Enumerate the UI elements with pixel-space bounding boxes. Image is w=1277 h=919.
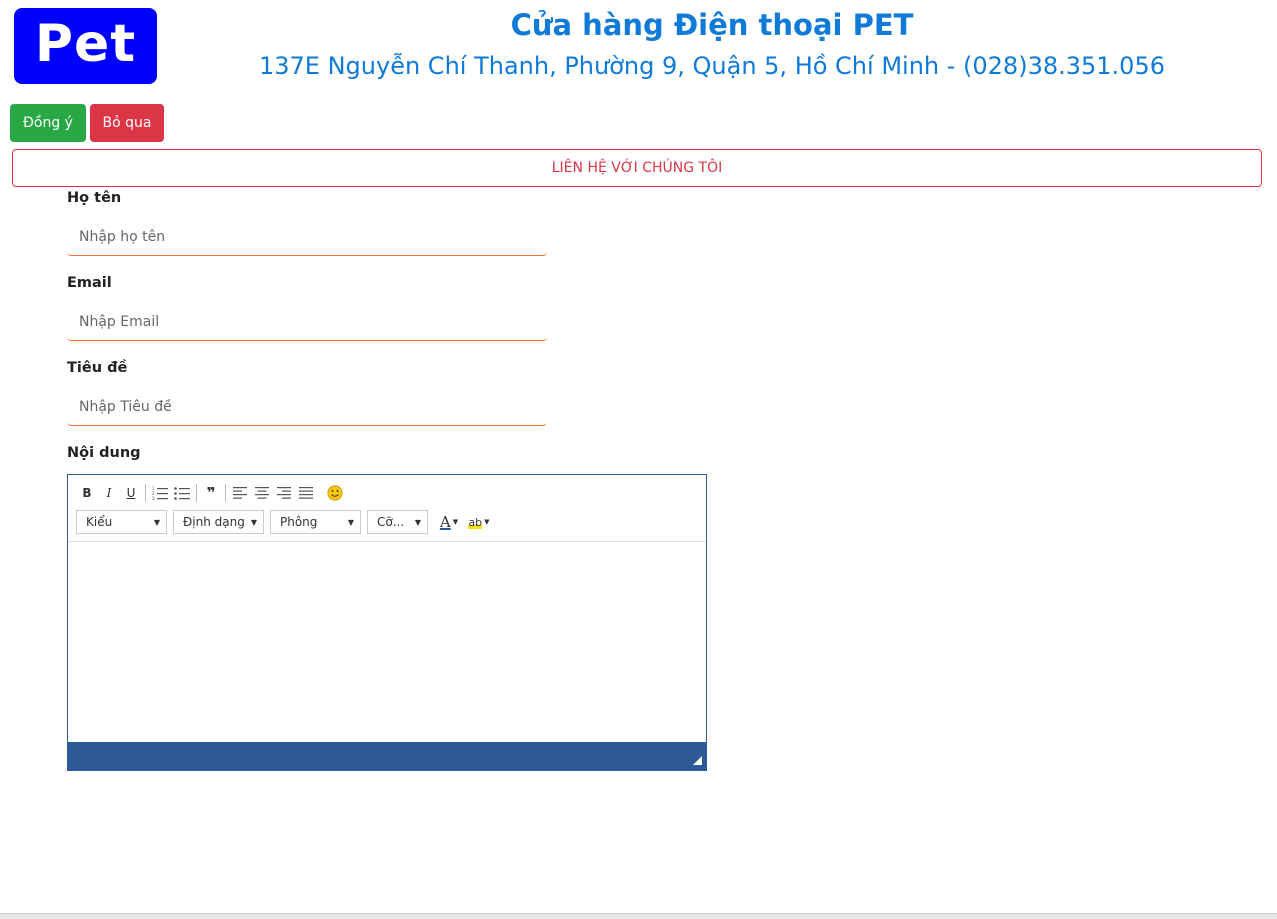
name-input[interactable] <box>67 218 547 256</box>
format-select-value: Định dạng <box>183 515 245 529</box>
store-title: Cửa hàng Điện thoại PET <box>510 8 914 42</box>
toolbar-divider <box>196 484 197 502</box>
logo-text: Pet <box>34 14 137 74</box>
editor-content-area[interactable] <box>68 542 706 742</box>
align-right-icon[interactable] <box>273 482 295 504</box>
underline-button[interactable]: U <box>120 482 142 504</box>
svg-text:3: 3 <box>152 496 155 500</box>
align-justify-icon[interactable] <box>295 482 317 504</box>
rich-text-editor: B I U 1 2 3 ❞ Kiểu ▼ Định dạng ▼ Phông ▼… <box>67 474 707 771</box>
subject-input[interactable] <box>67 388 547 426</box>
agree-button[interactable]: Đồng ý <box>10 104 86 142</box>
text-color-icon[interactable]: A ▼ <box>434 511 464 533</box>
toolbar-divider <box>225 484 226 502</box>
chevron-down-icon: ▼ <box>484 518 490 526</box>
bold-button[interactable]: B <box>76 482 98 504</box>
chevron-down-icon: ▼ <box>414 517 421 527</box>
bulleted-list-icon[interactable] <box>171 482 193 504</box>
smiley-icon[interactable] <box>324 482 346 504</box>
font-select-value: Phông <box>280 515 318 529</box>
editor-toolbar-top: B I U 1 2 3 ❞ <box>76 481 346 505</box>
page-header: Pet Cửa hàng Điện thoại PET 137E Nguyễn … <box>0 0 1277 96</box>
email-label: Email <box>67 275 112 291</box>
align-left-icon[interactable] <box>229 482 251 504</box>
email-input[interactable] <box>67 303 547 341</box>
font-select[interactable]: Phông ▼ <box>270 510 361 534</box>
format-select[interactable]: Định dạng ▼ <box>173 510 264 534</box>
italic-button[interactable]: I <box>98 482 120 504</box>
pet-logo[interactable]: Pet <box>14 8 157 84</box>
editor-status-bar <box>68 742 706 770</box>
resize-handle-icon[interactable] <box>693 756 702 765</box>
numbered-list-icon[interactable]: 1 2 3 <box>149 482 171 504</box>
align-center-icon[interactable] <box>251 482 273 504</box>
subject-label: Tiêu đề <box>67 360 128 376</box>
skip-button[interactable]: Bỏ qua <box>90 104 164 142</box>
text-color-glyph: A <box>439 513 451 531</box>
size-select-value: Cỡ... <box>377 515 405 529</box>
background-color-icon[interactable]: ab ▼ <box>464 511 494 533</box>
editor-toolbar-bottom: Kiểu ▼ Định dạng ▼ Phông ▼ Cỡ... ▼ A ▼ a… <box>76 510 494 534</box>
chevron-down-icon: ▼ <box>153 517 160 527</box>
blockquote-icon[interactable]: ❞ <box>200 482 222 504</box>
store-address: 137E Nguyễn Chí Thanh, Phường 9, Quận 5,… <box>259 52 1165 80</box>
bg-color-glyph: ab <box>468 515 483 529</box>
chevron-down-icon: ▼ <box>452 518 459 526</box>
contact-banner: LIÊN HỆ VỚI CHÚNG TÔI <box>12 149 1262 187</box>
style-select-value: Kiểu <box>86 515 113 529</box>
style-select[interactable]: Kiểu ▼ <box>76 510 167 534</box>
size-select[interactable]: Cỡ... ▼ <box>367 510 428 534</box>
chevron-down-icon: ▼ <box>250 517 257 527</box>
content-label: Nội dung <box>67 445 141 461</box>
chevron-down-icon: ▼ <box>347 517 354 527</box>
window-bottom-edge <box>0 913 1277 919</box>
toolbar-divider <box>145 484 146 502</box>
name-label: Họ tên <box>67 190 122 206</box>
